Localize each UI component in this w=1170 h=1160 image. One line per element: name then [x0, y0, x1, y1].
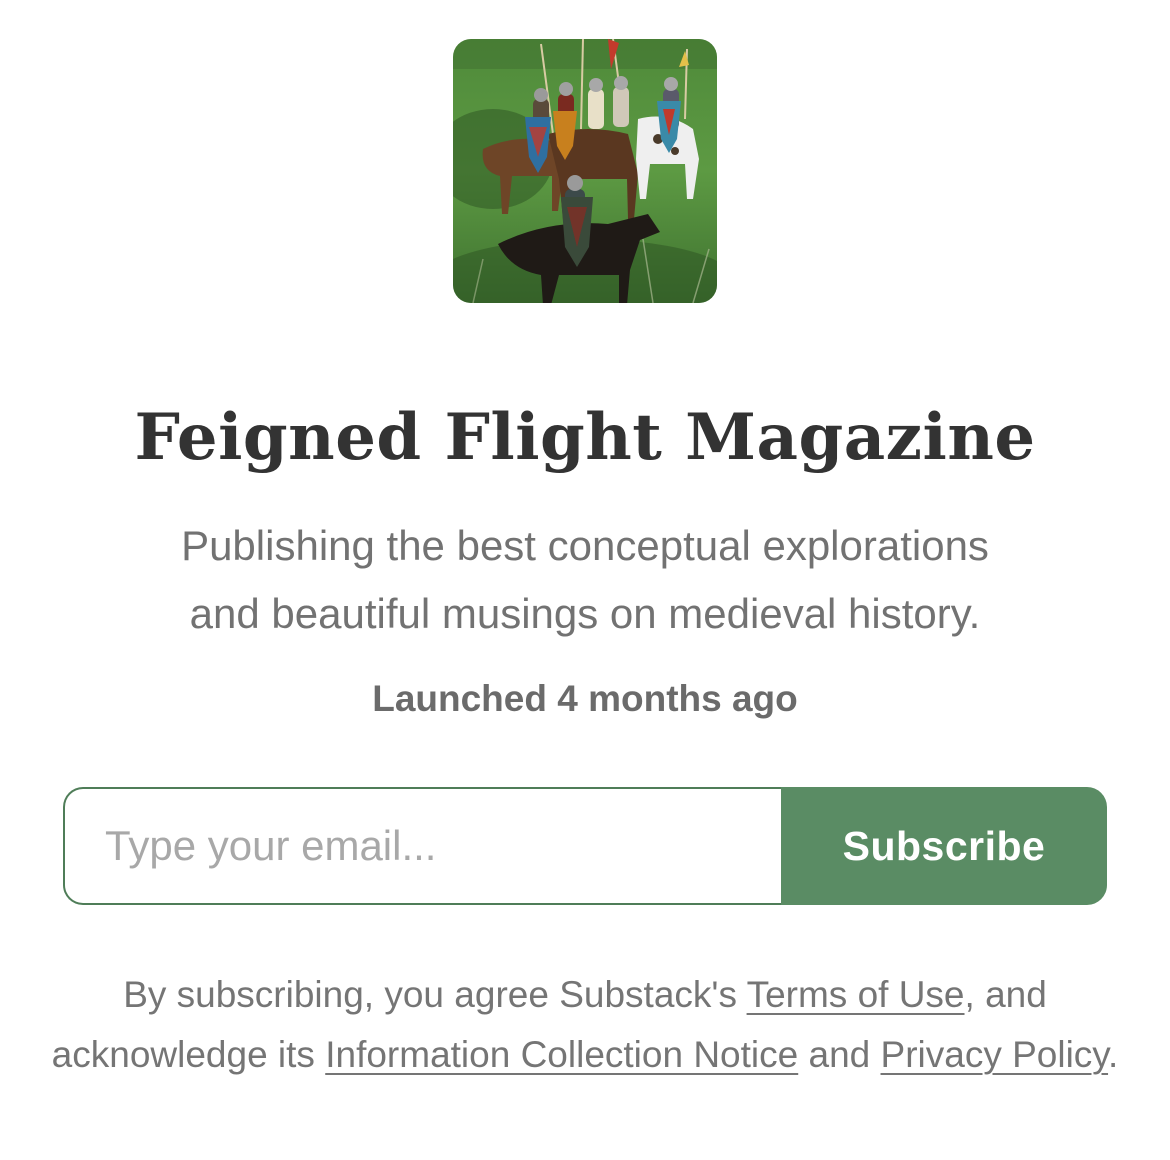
- email-input[interactable]: [63, 787, 793, 905]
- legal-text-1: By subscribing, you agree Substack's: [123, 974, 747, 1015]
- legal-text-3: and: [798, 1034, 881, 1075]
- launch-date: Launched 4 months ago: [372, 678, 798, 719]
- legal-notice: By subscribing, you agree Substack's Ter…: [40, 965, 1130, 1085]
- subscribe-button[interactable]: Subscribe: [781, 787, 1107, 905]
- publication-title: Feigned Flight Magazine: [134, 400, 1036, 475]
- privacy-policy-link[interactable]: Privacy Policy: [881, 1034, 1109, 1075]
- publication-description: Publishing the best conceptual explorati…: [90, 512, 1080, 648]
- publication-landing: Feigned Flight Magazine Publishing the b…: [0, 0, 1170, 1160]
- description-line-1: Publishing the best conceptual explorati…: [181, 522, 989, 569]
- terms-of-use-link[interactable]: Terms of Use: [747, 974, 965, 1015]
- publication-logo: [453, 39, 717, 303]
- information-collection-notice-link[interactable]: Information Collection Notice: [325, 1034, 798, 1075]
- description-line-2: and beautiful musings on medieval histor…: [189, 590, 981, 637]
- legal-text-4: .: [1108, 1034, 1119, 1075]
- knights-on-horseback-image: [453, 39, 717, 303]
- subscribe-form: Subscribe: [63, 787, 1107, 905]
